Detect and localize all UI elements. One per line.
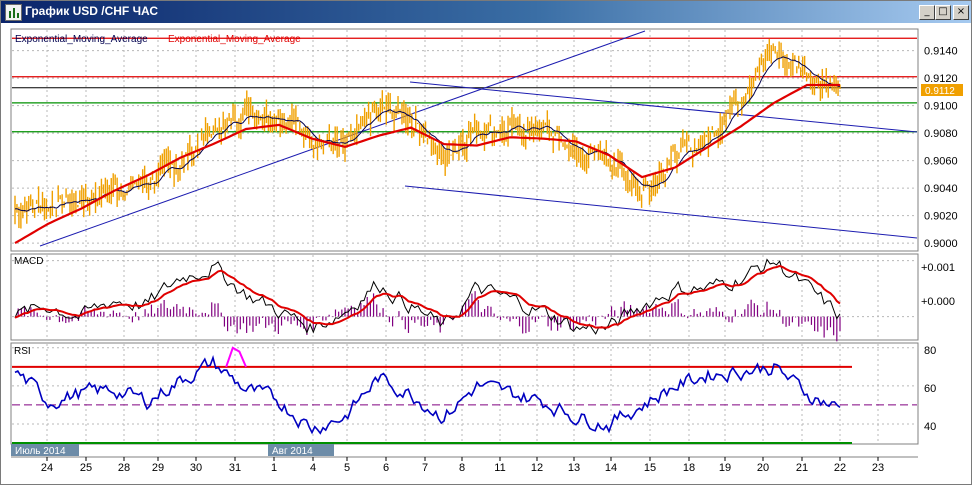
time-tick-label: 20: [757, 462, 769, 474]
time-tick-label: 23: [872, 462, 884, 474]
price-ytick-label: 0.9100: [924, 101, 958, 113]
time-tick-label: 25: [80, 462, 92, 474]
chart-canvas[interactable]: Exponential_Moving_Average Exponential_M…: [0, 0, 972, 485]
price-ytick-label: 0.9020: [924, 211, 958, 223]
price-ytick-label: 0.9120: [924, 73, 958, 85]
rsi-series: [12, 346, 917, 444]
period-tag-august-label: Авг 2014: [272, 446, 313, 457]
current-price-label: 0.9112: [925, 86, 955, 97]
price-ytick-label: 0.9000: [924, 238, 958, 250]
rsi-ytick-label: 60: [924, 383, 936, 395]
time-tick-label: 14: [605, 462, 617, 474]
time-tick-label: 28: [118, 462, 130, 474]
period-tag-july-label: Июль 2014: [15, 446, 66, 457]
time-tick-label: 6: [383, 462, 389, 474]
rsi-panel-title: RSI: [14, 346, 31, 357]
rsi-overbought-segment: [225, 346, 247, 368]
legend-ema-fast: Exponential_Moving_Average: [15, 34, 148, 45]
price-ytick-label: 0.9060: [924, 156, 958, 168]
price-panel: [10, 28, 919, 252]
time-tick-label: 30: [190, 462, 202, 474]
time-tick-label: 15: [644, 462, 656, 474]
time-tick-label: 29: [152, 462, 164, 474]
price-ytick-label: 0.9140: [924, 46, 958, 58]
price-series: [14, 39, 841, 245]
macd-ytick-label: +0.000: [921, 296, 955, 308]
time-tick-label: 12: [531, 462, 543, 474]
time-tick-label: 7: [422, 462, 428, 474]
rsi-ytick-label: 80: [924, 345, 936, 357]
time-tick-label: 22: [834, 462, 846, 474]
time-tick-label: 8: [459, 462, 465, 474]
trend-line: [404, 185, 918, 239]
time-tick-label: 11: [494, 462, 505, 474]
time-tick-label: 31: [229, 462, 241, 474]
time-tick-label: 18: [683, 462, 695, 474]
time-tick-label: 5: [344, 462, 350, 474]
time-tick-label: 21: [796, 462, 808, 474]
grid-lines: [12, 30, 917, 443]
time-tick-label: 1: [271, 462, 277, 474]
macd-ytick-label: +0.001: [921, 262, 955, 274]
legend-ema-slow: Exponential_Moving_Average: [168, 34, 301, 45]
time-tick-label: 4: [310, 462, 316, 474]
macd-series: [14, 258, 841, 342]
rsi-line: [14, 355, 841, 435]
rsi-panel: [10, 342, 919, 445]
price-y-axis: 0.9140 0.9120 0.9100 0.9080 0.9060 0.9040 0.90…: [924, 46, 958, 251]
time-tick-label: 13: [568, 462, 580, 474]
macd-panel-title: MACD: [14, 256, 43, 267]
time-tick-label: 19: [719, 462, 731, 474]
time-axis: 24 25 28 29 30 31 1 4 5 6 7 8 11 12 13 14 15 18 19 20 21 22 23: [41, 457, 884, 474]
time-tick-label: 24: [41, 462, 53, 474]
rsi-ytick-label: 40: [924, 421, 936, 433]
price-ytick-label: 0.9040: [924, 183, 958, 195]
price-ytick-label: 0.9080: [924, 128, 958, 140]
